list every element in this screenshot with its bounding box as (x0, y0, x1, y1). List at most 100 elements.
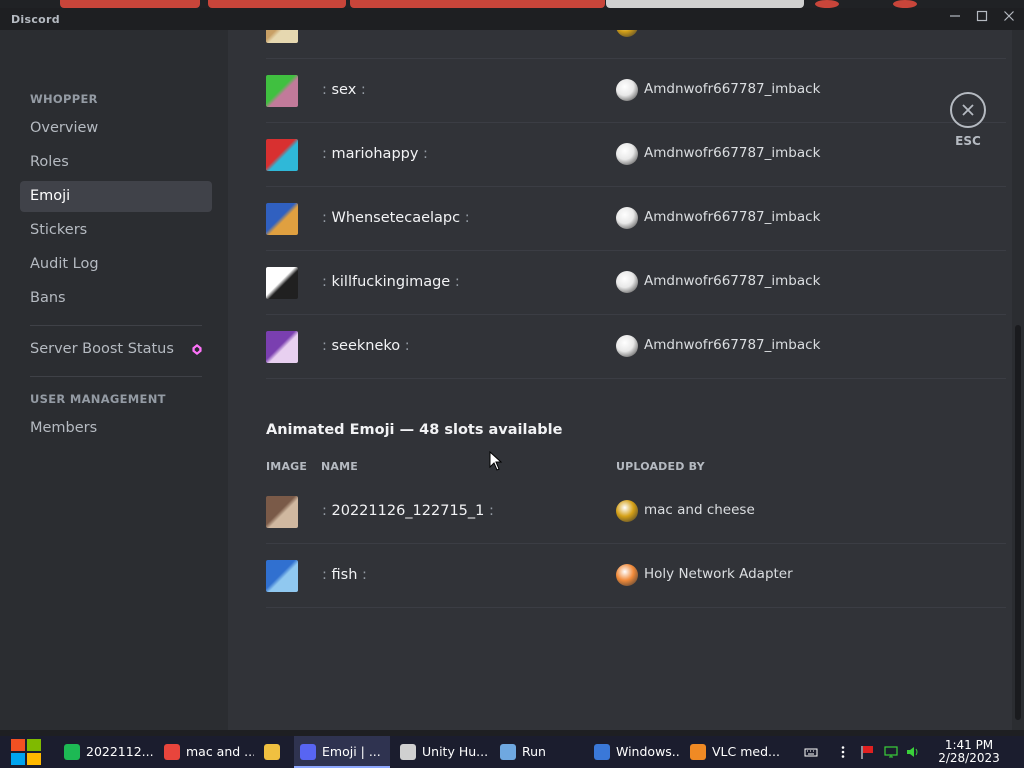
row-divider (266, 378, 1006, 379)
emoji-name-text: fish (331, 567, 358, 583)
emoji-row[interactable]: : mariohappy : Amdnwofr667787_imback (266, 123, 1006, 187)
taskbar-app[interactable] (258, 736, 290, 768)
windows-taskbar: 2022112... mac and ... Emoji | ... Unity Hu… (0, 736, 1024, 768)
emoji-row[interactable]: : killfuckingimage : Amdnwofr667787_imbac… (266, 251, 1006, 315)
emoji-image (266, 203, 298, 235)
uploader-name: Amdnwofr667787_imback (644, 337, 821, 353)
uploader-avatar (616, 207, 638, 229)
emoji-row[interactable]: : makesmecum : mac and cheese (266, 30, 1006, 59)
taskbar-app[interactable]: Windows... (588, 736, 680, 768)
uploader-name: Holy Network Adapter (644, 566, 793, 582)
server-section-header: WHOPPER (30, 92, 98, 106)
flag-icon[interactable] (860, 745, 874, 759)
uploader-name: Amdnwofr667787_imback (644, 81, 821, 97)
sidebar-item-roles[interactable]: Roles (20, 147, 212, 178)
emoji-row[interactable]: : 20221126_122715_1 : mac and cheese (266, 480, 1006, 544)
emoji-name[interactable]: : fish : (322, 567, 367, 583)
uploader-avatar (616, 30, 638, 37)
emoji-image (266, 331, 298, 363)
emoji-image (266, 30, 298, 43)
colon-suffix: : (362, 567, 367, 583)
app-icon (500, 744, 516, 760)
uploader-avatar (616, 271, 638, 293)
sidebar-item-emoji[interactable]: Emoji (20, 181, 212, 212)
emoji-name[interactable]: : Whensetecaelapc : (322, 210, 470, 226)
minimize-icon (950, 15, 960, 17)
emoji-row[interactable]: : fish : Holy Network Adapter (266, 544, 1006, 608)
windows-start-icon[interactable] (10, 738, 43, 766)
mouse-cursor-icon (489, 451, 503, 471)
taskbar-app[interactable]: VLC med... (684, 736, 780, 768)
close-circle-icon[interactable] (950, 92, 986, 128)
esc-label: ESC (955, 134, 981, 148)
sidebar-item-members[interactable]: Members (20, 413, 212, 444)
close-icon (962, 104, 974, 116)
scrollbar-thumb[interactable] (1015, 325, 1021, 720)
emoji-name-text: seekneko (331, 338, 401, 354)
taskbar-app-label: VLC med... (712, 744, 780, 759)
uploader-avatar (616, 335, 638, 357)
maximize-button[interactable] (971, 10, 993, 28)
colon-suffix: : (438, 30, 443, 34)
sidebar-item-label: Audit Log (30, 256, 99, 272)
taskbar-app[interactable]: Unity Hu... (394, 736, 490, 768)
taskbar-app[interactable]: 2022112... (58, 736, 154, 768)
taskbar-app-label: Windows... (616, 744, 680, 759)
app-icon (64, 744, 80, 760)
taskbar-app[interactable]: Run (494, 736, 584, 768)
colon-suffix: : (404, 338, 410, 354)
app-icon (264, 744, 280, 760)
sidebar-divider (30, 376, 202, 377)
taskbar-app[interactable]: Emoji | ... (294, 736, 390, 768)
emoji-image (266, 75, 298, 107)
app-icon (400, 744, 416, 760)
colon-prefix: : (322, 82, 327, 98)
taskbar-app-label: mac and ... (186, 744, 254, 759)
more-options-icon[interactable] (836, 745, 850, 759)
emoji-row[interactable]: : Whensetecaelapc : Amdnwofr667787_imback (266, 187, 1006, 251)
close-window-button[interactable] (998, 10, 1020, 28)
sidebar-item-audit-log[interactable]: Audit Log (20, 249, 212, 280)
uploader-avatar (616, 143, 638, 165)
user-management-header: USER MANAGEMENT (30, 392, 166, 406)
uploader-name: Amdnwofr667787_imback (644, 273, 821, 289)
keyboard-icon[interactable] (804, 745, 818, 759)
taskbar-app-label: Emoji | ... (322, 744, 381, 759)
content-scrollbar[interactable] (1012, 30, 1024, 730)
background-browser-strip (0, 0, 1024, 8)
taskbar-app[interactable]: mac and ... (158, 736, 254, 768)
emoji-image (266, 496, 298, 528)
emoji-name-text: killfuckingimage (331, 274, 451, 290)
sidebar-item-label: Stickers (30, 222, 88, 238)
sidebar-item-bans[interactable]: Bans (20, 283, 212, 314)
colon-suffix: : (454, 274, 460, 290)
volume-icon[interactable] (906, 745, 920, 759)
colon-prefix: : (322, 146, 327, 162)
minimize-button[interactable] (944, 10, 966, 28)
network-icon[interactable] (884, 745, 898, 759)
taskbar-app-label: Run (522, 744, 546, 759)
sidebar-item-stickers[interactable]: Stickers (20, 215, 212, 246)
system-clock[interactable]: 1:41 PM 2/28/2023 (932, 739, 1006, 765)
esc-close-button[interactable]: ESC (950, 92, 986, 148)
emoji-name[interactable]: : makesmecum : (322, 30, 443, 34)
uploader-name: Amdnwofr667787_imback (644, 209, 821, 225)
sidebar-item-label: Members (30, 420, 98, 436)
emoji-name-text: 20221126_122715_1 (331, 503, 485, 519)
column-header-name: NAME (321, 460, 358, 473)
emoji-name[interactable]: : seekneko : (322, 338, 410, 354)
emoji-name[interactable]: : mariohappy : (322, 146, 428, 162)
sidebar-item-server-boost[interactable]: Server Boost Status (20, 334, 212, 365)
colon-prefix: : (322, 567, 327, 583)
emoji-name-text: sex (331, 82, 357, 98)
emoji-name[interactable]: : 20221126_122715_1 : (322, 503, 494, 519)
app-title: Discord (11, 13, 60, 26)
taskbar-app-label: Unity Hu... (422, 744, 489, 759)
sidebar-item-overview[interactable]: Overview (20, 113, 212, 144)
emoji-name[interactable]: : sex : (322, 82, 366, 98)
emoji-image (266, 139, 298, 171)
sidebar-item-label: Roles (30, 154, 69, 170)
emoji-name[interactable]: : killfuckingimage : (322, 274, 460, 290)
emoji-row[interactable]: : seekneko : Amdnwofr667787_imback (266, 315, 1006, 379)
emoji-row[interactable]: : sex : Amdnwofr667787_imback (266, 59, 1006, 123)
